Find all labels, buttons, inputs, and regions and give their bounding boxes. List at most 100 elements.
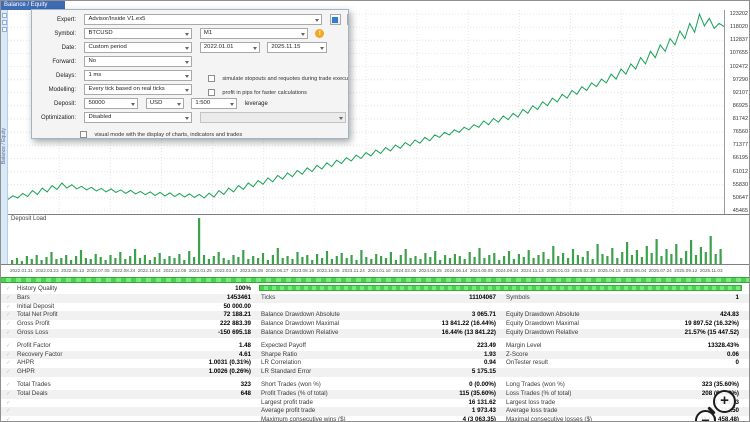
stat-label: Bars xyxy=(17,293,30,301)
history-quality-row[interactable]: ✓ History Quality 100% xyxy=(1,285,749,294)
stat-label: LR Standard Error xyxy=(261,368,312,376)
visual-mode-checkbox[interactable] xyxy=(80,131,87,138)
stat-value: 1453461 xyxy=(226,293,251,301)
modelling-select[interactable]: Every tick based on real ticks xyxy=(84,84,193,95)
leverage-select[interactable]: 1:500 xyxy=(191,98,238,109)
zoom-in-button[interactable]: + xyxy=(707,390,736,415)
strip-icon[interactable] xyxy=(2,20,7,25)
expert-settings-button[interactable]: ⚙ xyxy=(347,14,348,25)
stopouts-checkbox[interactable] xyxy=(207,75,215,83)
deposit-amount-select[interactable]: 50000 xyxy=(84,98,139,109)
stat-value: 1.0031 (0.31%) xyxy=(208,359,251,367)
deposit-label: Deposit: xyxy=(53,101,76,107)
stats-row[interactable]: ✓ Gross Loss -150 695.18 Balance Drawdown R… xyxy=(1,328,749,338)
optimization-select[interactable]: Disabled xyxy=(84,112,193,123)
visual-mode-checkbox-label: visual mode with the display of charts, … xyxy=(94,131,243,138)
date-axis-label: 2023.10.05 xyxy=(316,268,340,273)
stat-value: 0.94 xyxy=(483,359,496,367)
symbol-warning-icon[interactable]: ! xyxy=(315,29,325,38)
symbol-label: Symbol: xyxy=(54,31,76,37)
timeframe-select[interactable]: M1 xyxy=(199,28,308,39)
date-axis-label: 2025.02.24 xyxy=(572,268,596,273)
stats-row[interactable]: ✓ Largest profit trade 16 131.62 Largest lo… xyxy=(1,398,749,408)
delays-select[interactable]: 1 ms xyxy=(84,70,193,81)
date-from-field[interactable]: 2022.01.01 xyxy=(199,42,260,53)
strip-icon[interactable] xyxy=(2,27,7,32)
stat-value: 4 (3 063.35) xyxy=(462,416,496,422)
stats-row[interactable]: ✓ Average profit trade 1 973.43 Average los… xyxy=(1,407,749,417)
date-axis-label: 2025.07.24 xyxy=(648,268,672,273)
y-axis-label: 76560 xyxy=(732,129,748,136)
history-quality-bar xyxy=(259,285,742,292)
strip-vertical-label: Balance / Equity xyxy=(1,128,7,165)
date-axis: 2022.01.31 2022.03.23 2022.05.13 2022.07.05… xyxy=(8,266,748,276)
date-axis-label: 2025.06.04 xyxy=(623,268,647,273)
row-marker-icon: ✓ xyxy=(6,417,11,422)
stats-row[interactable]: ✓ Profit Factor 1.48 Expected Payoff 223.49 M… xyxy=(1,341,749,351)
row-marker-icon: ✓ xyxy=(6,360,11,367)
row-marker-icon: ✓ xyxy=(6,312,11,319)
expert-ide-button[interactable] xyxy=(329,14,341,25)
stats-row[interactable]: ✓ GHPR 1.0026 (0.26%) LR Standard Error 5 17… xyxy=(1,368,749,377)
delays-label: Delays: xyxy=(55,73,76,79)
stat-value: 50 000.00 xyxy=(223,302,251,310)
deposit-currency-select[interactable]: USD xyxy=(145,98,184,109)
stat-value: 11 (-6 458.48) xyxy=(700,416,739,422)
row-marker-icon: ✓ xyxy=(6,399,11,406)
stats-row[interactable]: ✓ Total Trades 323 Short Trades (won %) 0 (0… xyxy=(1,380,749,390)
stat-value: 0 (0.00%) xyxy=(469,380,496,388)
minus-icon: − xyxy=(701,412,710,422)
date-label: Date: xyxy=(61,45,76,51)
date-axis-label: 2022.07.05 xyxy=(86,268,110,273)
date-axis-label: 2022.05.13 xyxy=(61,268,85,273)
expert-label: Expert: xyxy=(56,17,76,23)
row-marker-icon: ✓ xyxy=(6,381,11,388)
stats-row[interactable]: ✓ Bars 1453461 Ticks 11104067 Symbols 1 xyxy=(1,293,749,303)
stat-label: Initial Deposit xyxy=(17,302,55,310)
date-axis-label: 2025.01.03 xyxy=(546,268,570,273)
strip-icon[interactable] xyxy=(2,13,7,18)
stat-value: 3 065.71 xyxy=(471,311,496,319)
stat-label: Gross Profit xyxy=(17,320,50,328)
forward-select[interactable]: No xyxy=(84,56,193,67)
date-axis-label: 2024.09.24 xyxy=(495,268,519,273)
y-axis-label: 92107 xyxy=(732,89,748,96)
date-mode-select[interactable]: Custom period xyxy=(84,42,193,53)
date-to-field[interactable]: 2025.11.15 xyxy=(267,42,328,53)
stat-label: Long Trades (won %) xyxy=(506,380,565,388)
stats-row[interactable]: ✓ Gross Profit 222 883.39 Balance Drawdown … xyxy=(1,320,749,329)
symbol-select[interactable]: BTCUSD xyxy=(84,28,193,39)
stat-label: Average profit trade xyxy=(261,407,316,415)
stat-label: Equity Drawdown Relative xyxy=(506,328,579,336)
stats-row[interactable]: ✓ Total Net Profit 72 188.21 Balance Drawdo… xyxy=(1,311,749,321)
y-axis-label: 112837 xyxy=(730,37,748,44)
stat-value: 19 897.52 (16.32%) xyxy=(684,320,739,328)
expert-select[interactable]: Advisor/Inside V1.ex5 xyxy=(84,14,323,25)
stat-label: Total Deals xyxy=(17,389,48,397)
pips-checkbox[interactable] xyxy=(207,89,215,97)
stat-label: Z-Score xyxy=(506,350,529,358)
date-axis-label: 2024.01.16 xyxy=(367,268,391,273)
y-axis-label: 55830 xyxy=(732,181,748,188)
stats-row[interactable]: ✓ Maximum consecutive wins ($) 4 (3 063.35… xyxy=(1,416,749,422)
stopouts-checkbox-label: simulate stopouts and requotes during tr… xyxy=(222,75,349,82)
stat-label: Total Trades xyxy=(17,380,51,388)
stat-label: Margin Level xyxy=(506,341,542,349)
stat-value: 16 131.62 xyxy=(468,398,496,406)
date-axis-label: 2025.09.12 xyxy=(674,268,698,273)
stat-label: Sharpe Ratio xyxy=(261,350,298,358)
history-quality-label: History Quality xyxy=(17,285,58,292)
date-axis-label: 2022.08.24 xyxy=(112,268,136,273)
stats-row[interactable]: ✓ AHPR 1.0031 (0.31%) LR Correlation 0.94 OnT… xyxy=(1,359,749,368)
stat-value: 72 188.21 xyxy=(223,311,251,319)
y-axis-label: 97290 xyxy=(732,76,748,83)
stat-label: LR Correlation xyxy=(261,359,301,367)
date-axis-label: 2024.04.25 xyxy=(418,268,442,273)
stats-rows: ✓ Bars 1453461 Ticks 11104067 Symbols 1 ✓ Initia… xyxy=(1,293,749,422)
stat-value: 0.06 xyxy=(726,350,739,358)
row-marker-icon: ✓ xyxy=(6,408,11,415)
stats-row[interactable]: ✓ Recovery Factor 4.61 Sharpe Ratio 1.93 Z-Sc… xyxy=(1,350,749,360)
strategy-tester-window: Balance / Equity Balance / Equity 123202… xyxy=(0,0,750,422)
stats-row[interactable]: ✓ Initial Deposit 50 000.00 xyxy=(1,302,749,312)
stats-row[interactable]: ✓ Total Deals 648 Profit Trades (% of total… xyxy=(1,389,749,399)
